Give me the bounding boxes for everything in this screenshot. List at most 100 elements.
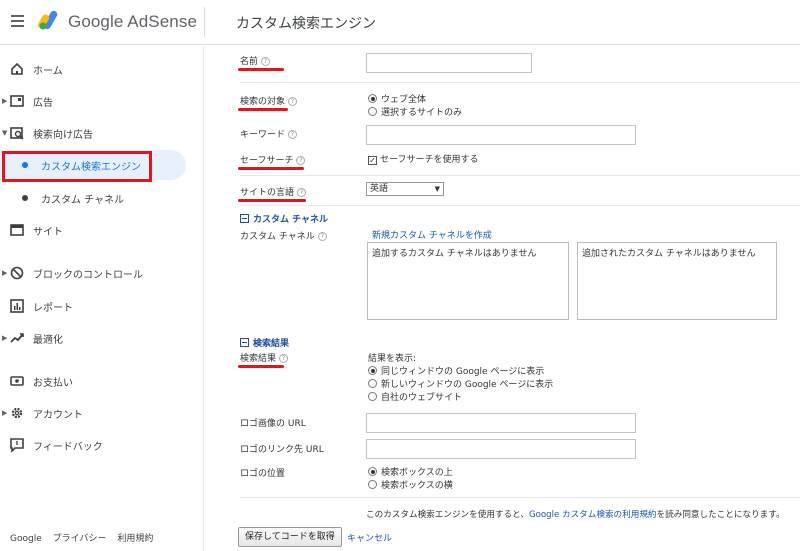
chevron-right-icon: ▶: [2, 334, 8, 342]
bullet-dot-icon: [22, 195, 28, 201]
logo-url-input[interactable]: [366, 413, 636, 433]
custom-channel-label: カスタム チャネル?: [240, 229, 327, 242]
collapse-icon[interactable]: [240, 214, 249, 223]
highlight-box: [2, 151, 152, 182]
radio-results-new-window[interactable]: 新しいウィンドウの Google ページに表示: [368, 377, 553, 390]
divider: [240, 175, 800, 176]
create-channel-link[interactable]: 新規カスタム チャネルを作成: [372, 228, 492, 241]
keyword-label: キーワード?: [240, 127, 298, 140]
collapse-icon[interactable]: [240, 338, 249, 347]
terms-suffix: を読み同意したことになります。: [656, 510, 785, 520]
terms-prefix: このカスタム検索エンジンを使用すると、: [366, 510, 529, 520]
radio-icon[interactable]: [368, 392, 377, 401]
chevron-right-icon: ▶: [2, 269, 8, 277]
sidebar-item-reports[interactable]: レポート: [0, 291, 204, 321]
custom-channel-label-text: カスタム チャネル: [240, 232, 315, 242]
help-icon[interactable]: ?: [297, 188, 307, 197]
highlight-underline: [238, 199, 306, 202]
help-icon[interactable]: ?: [317, 232, 327, 241]
checkbox-checked-icon[interactable]: ✓: [368, 156, 377, 165]
sidebar-item-optimize[interactable]: ▶ 最適化: [0, 323, 204, 353]
divider: [240, 205, 800, 206]
results-label-text: 検索結果: [240, 354, 277, 364]
help-icon[interactable]: ?: [261, 57, 271, 66]
radio-label: 新しいウィンドウの Google ページに表示: [381, 380, 554, 390]
sidebar-item-search-ads[interactable]: ▼ 検索向け広告: [0, 118, 204, 148]
reports-icon: [10, 299, 24, 313]
highlight-underline: [238, 108, 288, 111]
language-select-value: 英語: [370, 184, 389, 194]
footer-link-privacy[interactable]: プライバシー: [53, 534, 107, 544]
sites-icon: [10, 224, 24, 236]
radio-selected-icon[interactable]: [368, 366, 377, 375]
sidebar-item-custom-channel[interactable]: カスタム チャネル: [0, 183, 204, 213]
radio-logo-above[interactable]: 検索ボックスの上: [368, 465, 453, 478]
radio-label: 選択するサイトのみ: [381, 108, 463, 118]
name-input[interactable]: [366, 53, 532, 73]
payments-icon: [10, 376, 24, 386]
radio-label: ウェブ全体: [381, 95, 427, 105]
footer-link-terms[interactable]: 利用規約: [117, 534, 153, 544]
radio-label: 検索ボックスの横: [381, 481, 453, 491]
sidebar-item-feedback[interactable]: フィードバック: [0, 430, 204, 460]
radio-icon[interactable]: [368, 107, 377, 116]
radio-icon[interactable]: [368, 379, 377, 388]
header-divider: [204, 7, 205, 37]
help-icon[interactable]: ?: [288, 130, 298, 139]
sidebar-item-home[interactable]: ホーム: [0, 54, 204, 84]
help-icon[interactable]: ?: [296, 156, 306, 165]
radio-label: 検索ボックスの上: [381, 468, 453, 478]
results-section-header[interactable]: 検索結果: [240, 336, 289, 349]
chevron-down-icon: ▼: [2, 129, 8, 137]
sidebar-item-label: 検索向け広告: [33, 130, 93, 141]
radio-icon[interactable]: [368, 480, 377, 489]
cancel-link[interactable]: キャンセル: [347, 531, 392, 544]
available-channels-list[interactable]: 追加するカスタム チャネルはありません: [367, 242, 569, 320]
radio-logo-beside[interactable]: 検索ボックスの横: [368, 478, 453, 491]
highlight-underline: [238, 365, 284, 368]
language-label-text: サイトの言語: [240, 188, 295, 198]
radio-web-all[interactable]: ウェブ全体: [368, 92, 426, 105]
search-target-label: 検索の対象?: [240, 94, 298, 107]
save-button[interactable]: 保存してコードを取得: [238, 527, 342, 547]
main-form: 名前? 検索の対象? ウェブ全体 選択するサイトのみ キーワード? セーフサーチ…: [205, 46, 800, 551]
sidebar-item-sites[interactable]: サイト: [0, 215, 204, 245]
sidebar-item-label: フィードバック: [33, 442, 103, 453]
sidebar-item-label: レポート: [33, 303, 73, 314]
radio-selected-sites[interactable]: 選択するサイトのみ: [368, 105, 462, 118]
radio-label: 同じウィンドウの Google ページに表示: [381, 367, 545, 377]
sidebar-item-ads[interactable]: ▶ 広告: [0, 86, 204, 116]
custom-channel-section-header[interactable]: カスタム チャネル: [240, 212, 328, 225]
radio-selected-icon[interactable]: [368, 467, 377, 476]
name-label-text: 名前: [240, 57, 259, 67]
search-ads-icon: [10, 127, 24, 140]
radio-results-own-site[interactable]: 自社のウェブサイト: [368, 390, 462, 403]
help-icon[interactable]: ?: [279, 354, 289, 363]
sidebar-item-label: ホーム: [33, 66, 63, 77]
radio-selected-icon[interactable]: [368, 94, 377, 103]
language-select[interactable]: 英語 ▼: [366, 182, 444, 196]
divider: [240, 82, 800, 83]
sidebar-item-label: 広告: [33, 98, 53, 109]
empty-list-text: 追加するカスタム チャネルはありません: [372, 249, 537, 259]
logo-link-label: ロゴのリンク先 URL: [240, 445, 324, 455]
terms-link[interactable]: Google カスタム検索の利用規約: [529, 510, 657, 520]
radio-label: 自社のウェブサイト: [381, 393, 463, 403]
help-icon[interactable]: ?: [288, 97, 298, 106]
radio-results-same-window[interactable]: 同じウィンドウの Google ページに表示: [368, 364, 544, 377]
logo-position-label: ロゴの位置: [240, 469, 286, 479]
safesearch-checkbox[interactable]: ✓ セーフサーチを使用する: [368, 152, 478, 165]
keyword-input[interactable]: [366, 125, 636, 145]
sidebar-item-account[interactable]: ▶ アカウント: [0, 398, 204, 428]
safesearch-label: セーフサーチ?: [240, 153, 306, 166]
footer-link-google[interactable]: Google: [10, 534, 42, 544]
sidebar-item-payments[interactable]: お支払い: [0, 366, 204, 396]
logo-url-label: ロゴ画像の URL: [240, 419, 306, 429]
added-channels-list[interactable]: 追加されたカスタム チャネルはありません: [577, 242, 777, 320]
sidebar-item-block-controls[interactable]: ▶ ブロックのコントロール: [0, 258, 204, 288]
logo-link-input[interactable]: [366, 439, 636, 459]
divider: [240, 497, 800, 498]
dropdown-arrow-icon: ▼: [434, 185, 440, 193]
menu-icon[interactable]: [11, 15, 24, 27]
section-title: 検索結果: [253, 339, 290, 349]
